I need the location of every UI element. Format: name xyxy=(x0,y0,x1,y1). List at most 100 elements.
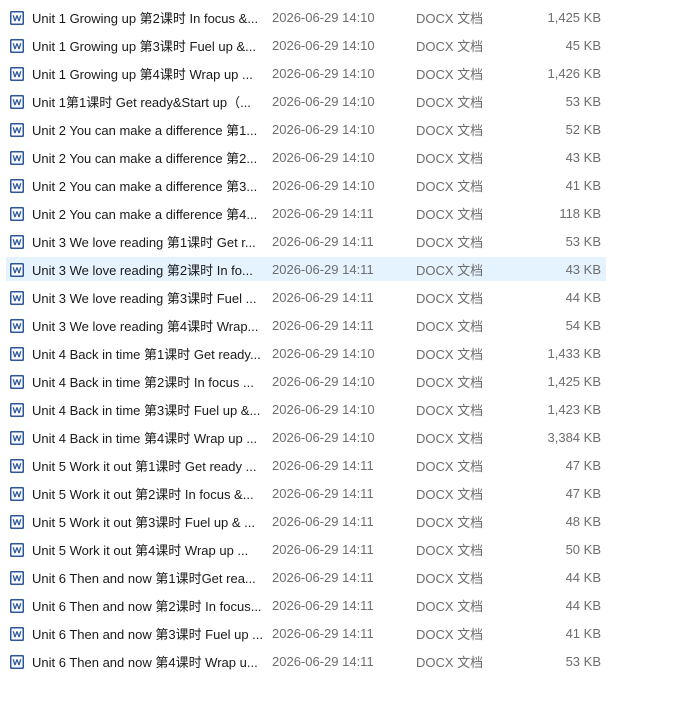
file-name: Unit 6 Then and now 第2课时 In focus... xyxy=(32,598,262,614)
word-document-icon xyxy=(10,571,24,585)
file-size: 44 KB xyxy=(565,597,601,613)
file-date-modified: 2026-06-29 14:11 xyxy=(272,597,374,613)
word-document-icon xyxy=(10,207,24,221)
file-row[interactable]: Unit 4 Back in time 第4课时 Wrap up ... 202… xyxy=(6,425,606,449)
file-name: Unit 1 Growing up 第2课时 In focus &... xyxy=(32,10,259,26)
file-row[interactable]: Unit 6 Then and now 第4课时 Wrap u... 2026-… xyxy=(6,649,606,673)
file-row[interactable]: Unit 2 You can make a difference 第4... 2… xyxy=(6,201,606,225)
file-name: Unit 1 Growing up 第3课时 Fuel up &... xyxy=(32,38,256,54)
file-date-modified: 2026-06-29 14:11 xyxy=(272,653,374,669)
file-row[interactable]: Unit 4 Back in time 第1课时 Get ready... 20… xyxy=(6,341,606,365)
file-row[interactable]: Unit 6 Then and now 第2课时 In focus... 202… xyxy=(6,593,606,617)
file-row[interactable]: Unit 3 We love reading 第1课时 Get r... 202… xyxy=(6,229,606,253)
file-date-modified: 2026-06-29 14:11 xyxy=(272,513,374,529)
file-size: 54 KB xyxy=(565,317,601,333)
file-date-modified: 2026-06-29 14:11 xyxy=(272,205,374,221)
file-type: DOCX 文档 xyxy=(416,570,484,586)
file-date-modified: 2026-06-29 14:11 xyxy=(272,485,374,501)
word-document-icon xyxy=(10,515,24,529)
file-date-modified: 2026-06-29 14:10 xyxy=(272,177,375,193)
file-row[interactable]: Unit 5 Work it out 第1课时 Get ready ... 20… xyxy=(6,453,606,477)
file-type: DOCX 文档 xyxy=(416,486,484,502)
file-row[interactable]: Unit 6 Then and now 第1课时Get rea... 2026-… xyxy=(6,565,606,589)
file-row[interactable]: Unit 5 Work it out 第2课时 In focus &... 20… xyxy=(6,481,606,505)
word-document-icon xyxy=(10,459,24,473)
file-row[interactable]: Unit 5 Work it out 第3课时 Fuel up & ... 20… xyxy=(6,509,606,533)
word-document-icon xyxy=(10,179,24,193)
file-row[interactable]: Unit 1 Growing up 第2课时 In focus &... 202… xyxy=(6,5,606,29)
word-document-icon xyxy=(10,11,24,25)
file-name: Unit 3 We love reading 第2课时 In fo... xyxy=(32,262,253,278)
word-document-icon xyxy=(10,95,24,109)
file-name: Unit 4 Back in time 第3课时 Fuel up &... xyxy=(32,402,261,418)
file-type: DOCX 文档 xyxy=(416,430,484,446)
file-size: 43 KB xyxy=(565,149,601,165)
file-name: Unit 1 Growing up 第4课时 Wrap up ... xyxy=(32,66,253,82)
file-name: Unit 6 Then and now 第4课时 Wrap u... xyxy=(32,654,258,670)
word-document-icon xyxy=(10,123,24,137)
word-document-icon xyxy=(10,487,24,501)
file-row[interactable]: Unit 2 You can make a difference 第1... 2… xyxy=(6,117,606,141)
file-type: DOCX 文档 xyxy=(416,542,484,558)
file-size: 47 KB xyxy=(565,485,601,501)
file-size: 44 KB xyxy=(565,289,601,305)
file-name: Unit 3 We love reading 第4课时 Wrap... xyxy=(32,318,259,334)
file-date-modified: 2026-06-29 14:11 xyxy=(272,541,374,557)
file-date-modified: 2026-06-29 14:11 xyxy=(272,625,374,641)
file-type: DOCX 文档 xyxy=(416,262,484,278)
word-document-icon xyxy=(10,39,24,53)
file-list: Unit 1 Growing up 第2课时 In focus &... 202… xyxy=(6,5,606,677)
file-type: DOCX 文档 xyxy=(416,318,484,334)
file-date-modified: 2026-06-29 14:11 xyxy=(272,261,374,277)
file-date-modified: 2026-06-29 14:10 xyxy=(272,149,375,165)
file-date-modified: 2026-06-29 14:10 xyxy=(272,373,375,389)
word-document-icon xyxy=(10,319,24,333)
file-type: DOCX 文档 xyxy=(416,458,484,474)
file-size: 43 KB xyxy=(565,261,601,277)
file-row[interactable]: Unit 3 We love reading 第4课时 Wrap... 2026… xyxy=(6,313,606,337)
word-document-icon xyxy=(10,543,24,557)
file-row[interactable]: Unit 1 Growing up 第3课时 Fuel up &... 2026… xyxy=(6,33,606,57)
word-document-icon xyxy=(10,67,24,81)
file-size: 41 KB xyxy=(565,625,601,641)
word-document-icon xyxy=(10,235,24,249)
file-type: DOCX 文档 xyxy=(416,514,484,530)
file-size: 1,423 KB xyxy=(547,401,602,417)
file-row[interactable]: Unit 3 We love reading 第3课时 Fuel ... 202… xyxy=(6,285,606,309)
file-size: 48 KB xyxy=(565,513,601,529)
file-name: Unit 3 We love reading 第3课时 Fuel ... xyxy=(32,290,257,306)
file-name: Unit 3 We love reading 第1课时 Get r... xyxy=(32,234,256,250)
file-row[interactable]: Unit 2 You can make a difference 第2... 2… xyxy=(6,145,606,169)
file-date-modified: 2026-06-29 14:10 xyxy=(272,9,375,25)
file-name: Unit 5 Work it out 第2课时 In focus &... xyxy=(32,486,254,502)
file-row[interactable]: Unit 3 We love reading 第2课时 In fo... 202… xyxy=(6,257,606,281)
file-row[interactable]: Unit 5 Work it out 第4课时 Wrap up ... 2026… xyxy=(6,537,606,561)
file-size: 50 KB xyxy=(565,541,601,557)
file-name: Unit 5 Work it out 第1课时 Get ready ... xyxy=(32,458,257,474)
word-document-icon xyxy=(10,347,24,361)
file-type: DOCX 文档 xyxy=(416,234,484,250)
word-document-icon xyxy=(10,263,24,277)
file-row[interactable]: Unit 2 You can make a difference 第3... 2… xyxy=(6,173,606,197)
file-type: DOCX 文档 xyxy=(416,206,484,222)
file-row[interactable]: Unit 1 Growing up 第4课时 Wrap up ... 2026-… xyxy=(6,61,606,85)
file-type: DOCX 文档 xyxy=(416,38,484,54)
file-name: Unit 5 Work it out 第3课时 Fuel up & ... xyxy=(32,514,256,530)
file-name: Unit 2 You can make a difference 第2... xyxy=(32,150,258,166)
file-size: 41 KB xyxy=(565,177,601,193)
file-type: DOCX 文档 xyxy=(416,626,484,642)
file-type: DOCX 文档 xyxy=(416,178,484,194)
file-size: 1,425 KB xyxy=(547,373,602,389)
file-row[interactable]: Unit 4 Back in time 第3课时 Fuel up &... 20… xyxy=(6,397,606,421)
word-document-icon xyxy=(10,655,24,669)
file-type: DOCX 文档 xyxy=(416,66,484,82)
file-name: Unit 6 Then and now 第3课时 Fuel up ... xyxy=(32,626,263,642)
file-row[interactable]: Unit 4 Back in time 第2课时 In focus ... 20… xyxy=(6,369,606,393)
file-row[interactable]: Unit 1第1课时 Get ready&Start up（... 2026-0… xyxy=(6,89,606,113)
file-date-modified: 2026-06-29 14:10 xyxy=(272,65,375,81)
file-name: Unit 1第1课时 Get ready&Start up（... xyxy=(32,94,251,110)
file-size: 53 KB xyxy=(565,653,601,669)
file-date-modified: 2026-06-29 14:10 xyxy=(272,401,375,417)
file-row[interactable]: Unit 6 Then and now 第3课时 Fuel up ... 202… xyxy=(6,621,606,645)
file-size: 118 KB xyxy=(559,205,601,221)
